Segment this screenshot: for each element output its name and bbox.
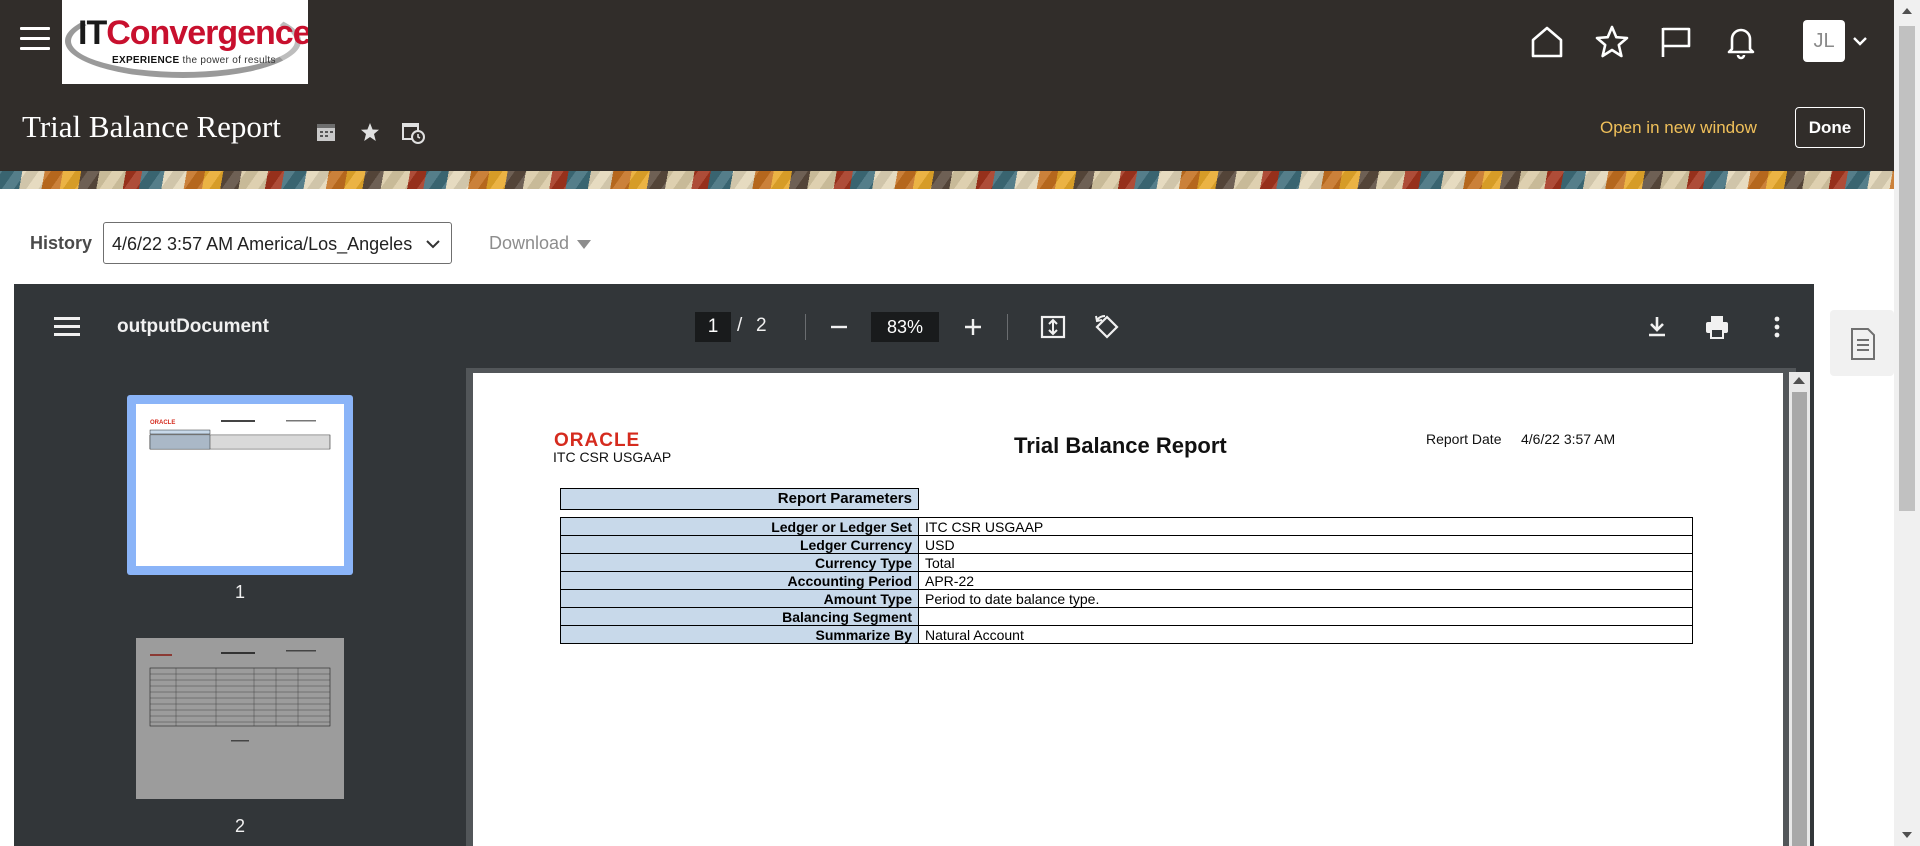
thumbnail-preview xyxy=(149,650,331,742)
global-header: ITConvergence EXPERIENCE the power of re… xyxy=(0,0,1894,171)
thumbnail-label-2: 2 xyxy=(235,816,246,836)
page-scrollbar-thumb[interactable] xyxy=(1899,26,1915,511)
rotate-icon[interactable] xyxy=(1092,312,1122,342)
param-value: ITC CSR USGAAP xyxy=(918,517,1693,536)
page-thumbnail-2[interactable] xyxy=(136,638,344,799)
chevron-down-icon[interactable] xyxy=(1851,32,1869,50)
schedule-icon[interactable] xyxy=(401,120,425,144)
user-avatar[interactable]: JL xyxy=(1803,20,1845,62)
report-date-value: 4/6/22 3:57 AM xyxy=(1521,431,1616,447)
toolbar-divider xyxy=(805,314,806,340)
company-logo[interactable]: ITConvergence EXPERIENCE the power of re… xyxy=(62,0,308,84)
page-total: 2 xyxy=(756,315,767,336)
calendar-icon[interactable] xyxy=(314,120,338,144)
param-key: Amount Type xyxy=(560,589,919,608)
param-key: Accounting Period xyxy=(560,571,919,590)
pdf-toolbar: outputDocument 1 / 2 83% xyxy=(14,284,1814,368)
scroll-up-arrow-icon[interactable] xyxy=(1902,8,1912,14)
thumbnail-page: ORACLE xyxy=(136,404,344,566)
svg-text:ORACLE: ORACLE xyxy=(150,420,175,426)
param-value: Natural Account xyxy=(918,625,1693,644)
table-row: Accounting Period APR-22 xyxy=(560,571,1693,590)
favorite-star-icon[interactable] xyxy=(358,120,382,144)
download-icon[interactable] xyxy=(1642,312,1672,342)
thumbnail-preview: ORACLE xyxy=(149,420,331,450)
sidebar-toggle-icon[interactable] xyxy=(54,317,80,337)
side-panel-toggle[interactable] xyxy=(1830,310,1894,376)
param-value: APR-22 xyxy=(918,571,1693,590)
dropdown-triangle-icon xyxy=(577,239,592,249)
table-row: Amount Type Period to date balance type. xyxy=(560,589,1693,608)
page-title: Trial Balance Report xyxy=(22,109,281,144)
param-key: Ledger or Ledger Set xyxy=(560,517,919,536)
notifications-bell-icon[interactable] xyxy=(1723,24,1759,60)
param-value: USD xyxy=(918,535,1693,554)
decorative-banner-pattern xyxy=(0,171,1894,189)
thumbnail-label-1: 1 xyxy=(235,582,246,602)
table-row: Summarize By Natural Account xyxy=(560,625,1693,644)
page-separator: / xyxy=(737,315,743,336)
report-parameters-heading: Report Parameters xyxy=(560,488,919,510)
page-number-input[interactable]: 1 xyxy=(695,312,731,342)
report-parameters-table: Ledger or Ledger Set ITC CSR USGAAP Ledge… xyxy=(560,517,1693,644)
param-value: Period to date balance type. xyxy=(918,589,1693,608)
more-options-icon[interactable] xyxy=(1762,312,1792,342)
zoom-in-icon[interactable] xyxy=(958,312,988,342)
page-thumbnail-1[interactable]: ORACLE xyxy=(127,395,353,575)
logo-tagline: EXPERIENCE the power of results xyxy=(112,55,276,66)
print-icon[interactable] xyxy=(1702,312,1732,342)
param-value xyxy=(918,607,1693,626)
param-key: Summarize By xyxy=(560,625,919,644)
param-key: Ledger Currency xyxy=(560,535,919,554)
table-row: Balancing Segment xyxy=(560,607,1693,626)
table-row: Ledger or Ledger Set ITC CSR USGAAP xyxy=(560,517,1693,536)
zoom-out-icon[interactable] xyxy=(824,312,854,342)
history-select[interactable]: 4/6/22 3:57 AM America/Los_Angeles xyxy=(103,222,452,264)
scroll-down-arrow-icon[interactable] xyxy=(1902,832,1912,838)
param-key: Balancing Segment xyxy=(560,607,919,626)
history-label: History xyxy=(30,233,93,253)
favorites-star-icon[interactable] xyxy=(1594,24,1630,60)
param-value: Total xyxy=(918,553,1693,572)
home-icon[interactable] xyxy=(1529,24,1565,60)
navigator-menu-icon[interactable] xyxy=(20,27,50,53)
param-key: Currency Type xyxy=(560,553,919,572)
download-label: Download xyxy=(489,233,570,253)
report-title: Trial Balance Report xyxy=(1014,433,1227,458)
toolbar-divider xyxy=(1007,314,1008,340)
report-org: ITC CSR USGAAP xyxy=(553,449,672,465)
table-row: Currency Type Total xyxy=(560,553,1693,572)
open-in-new-window-link[interactable]: Open in new window xyxy=(1600,118,1757,138)
document-title: outputDocument xyxy=(117,316,269,337)
history-selected-value: 4/6/22 3:57 AM America/Los_Angeles xyxy=(112,234,413,254)
zoom-level-input[interactable]: 83% xyxy=(871,312,939,342)
logo-brand: ITConvergence xyxy=(78,14,308,52)
scroll-up-arrow-icon[interactable] xyxy=(1793,377,1805,384)
flag-icon[interactable] xyxy=(1658,24,1694,60)
fit-to-page-icon[interactable] xyxy=(1038,312,1068,342)
page-scrollbar[interactable] xyxy=(1894,0,1920,846)
chevron-down-icon xyxy=(426,240,440,249)
pdf-scrollbar-thumb[interactable] xyxy=(1792,392,1807,846)
done-button[interactable]: Done xyxy=(1795,107,1865,148)
download-menu[interactable]: Download xyxy=(489,233,592,254)
document-panel-icon xyxy=(1851,328,1875,360)
report-date-label: Report Date xyxy=(1426,431,1502,447)
table-row: Ledger Currency USD xyxy=(560,535,1693,554)
